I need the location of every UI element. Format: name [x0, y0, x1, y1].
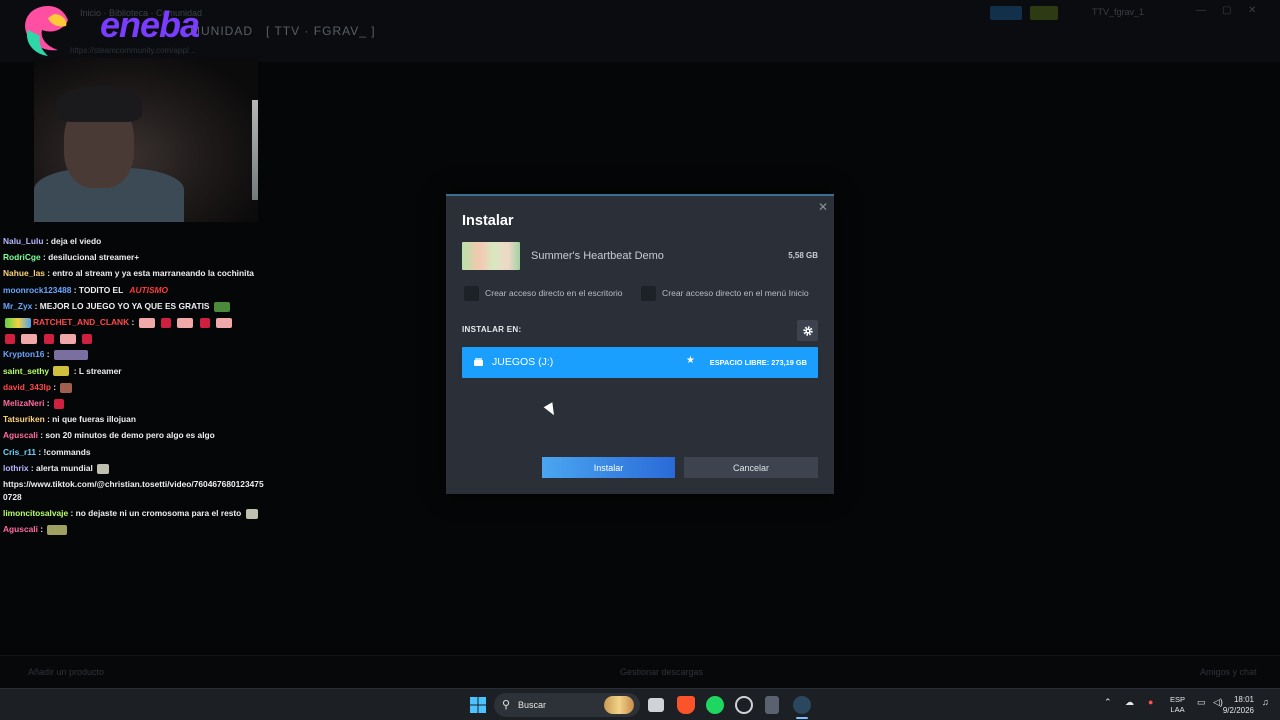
heart-emote-icon	[199, 317, 210, 328]
chat-message: moonrock123488 : TODITO EL AUTISMO	[3, 284, 169, 295]
badge-icon	[5, 317, 31, 328]
steam-announce-button[interactable]	[990, 6, 1022, 20]
game-name: Summer's Heartbeat Demo	[531, 250, 664, 262]
stream-chat: Nalu_Lulu : deja el viedo RodriCge : des…	[3, 233, 265, 537]
drive-select[interactable]: JUEGOS (J:) ★ ESPACIO LIBRE: 273,19 GB	[462, 347, 818, 378]
pig-emote-icon	[21, 334, 38, 344]
dialog-title: Instalar	[462, 213, 514, 229]
pig-emote-icon	[138, 317, 155, 328]
chat-message: Mr_Zyx : MEJOR LO JUEGO YO YA QUE ES GRA…	[3, 298, 265, 314]
calculator-icon[interactable]	[765, 696, 779, 714]
chat-message: Aguscali : son 20 minutos de demo pero a…	[3, 430, 215, 441]
background-light	[252, 100, 258, 200]
install-button[interactable]: Instalar	[542, 457, 675, 478]
add-product-link[interactable]: Añadir un producto	[28, 667, 104, 677]
pig-emote-icon	[177, 317, 194, 328]
drive-label: JUEGOS (J:)	[492, 356, 554, 368]
spotify-icon[interactable]	[706, 696, 724, 714]
pig-emote-icon	[215, 317, 232, 328]
network-icon[interactable]: ▭	[1197, 697, 1206, 708]
steam-notifications-button[interactable]	[1030, 6, 1058, 20]
eneba-logo: eneba	[18, 0, 218, 60]
notification-bell-icon[interactable]: ♫	[1262, 697, 1269, 707]
search-highlight-image	[604, 696, 634, 714]
desktop-shortcut-label[interactable]: Crear acceso directo en el escritorio	[485, 288, 623, 298]
webcam-feed	[34, 58, 258, 222]
chat-message: Aguscali :	[3, 521, 265, 537]
app-icon[interactable]	[735, 696, 753, 714]
brave-browser-icon[interactable]	[677, 696, 695, 714]
chat-message: Cris_r11 : !commands	[3, 446, 91, 457]
chat-message: david_343lp :	[3, 379, 265, 395]
volume-icon[interactable]: ◁)	[1213, 697, 1223, 708]
emote-icon	[53, 366, 70, 377]
desktop: Inicio · Biblioteca · Comunidad MUNIDAD …	[0, 0, 1280, 720]
active-app-indicator	[796, 717, 808, 719]
chevron-up-icon[interactable]: ⌃	[1104, 697, 1112, 708]
eneba-logo-mark-icon	[25, 6, 68, 56]
star-icon: ★	[686, 355, 695, 366]
start-menu-shortcut-checkbox[interactable]	[641, 286, 656, 301]
free-space-label: ESPACIO LIBRE: 273,19 GB	[709, 358, 807, 367]
start-menu-shortcut-label[interactable]: Crear acceso directo en el menú Inicio	[662, 288, 809, 298]
emote-icon	[60, 382, 73, 393]
storage-settings-button[interactable]	[797, 320, 818, 341]
chat-link-message[interactable]: https://www.tiktok.com/@christian.tosett…	[3, 476, 265, 505]
maximize-icon[interactable]: ▢	[1222, 5, 1231, 16]
task-view-icon[interactable]	[648, 698, 664, 712]
gear-icon	[802, 325, 813, 336]
search-icon: ⚲	[502, 699, 511, 711]
taskbar: ⚲ Buscar ⌃ ☁ ● ESP LAA ▭ ◁) 18:01 9/2/202…	[0, 688, 1280, 720]
chat-message: lothrix : alerta mundial	[3, 460, 265, 476]
chat-message: Nahue_las : entro al stream y ya esta ma…	[3, 268, 254, 279]
game-thumbnail	[462, 242, 520, 270]
heart-emote-icon	[160, 317, 171, 328]
streamer-cap	[56, 86, 142, 122]
emote-icon	[245, 508, 258, 519]
heart-emote-icon	[5, 334, 15, 344]
clock[interactable]: 18:01 9/2/2026	[1223, 694, 1254, 716]
chat-message: limoncitosalvaje : no dejaste ni un crom…	[3, 505, 265, 521]
search-label: Buscar	[518, 700, 547, 710]
chat-message-continuation	[3, 330, 265, 346]
chat-message: Nalu_Lulu : deja el viedo	[3, 236, 102, 246]
close-icon[interactable]: ✕	[818, 200, 828, 214]
taskbar-search[interactable]: ⚲ Buscar	[494, 693, 640, 717]
clock-time: 18:01	[1233, 695, 1254, 704]
manage-downloads-link[interactable]: Gestionar descargas	[620, 667, 703, 677]
heart-emote-icon	[82, 334, 93, 344]
clock-date: 9/2/2026	[1222, 706, 1254, 715]
chat-message: Krypton16 :	[3, 346, 265, 362]
eneba-logo-text: eneba	[100, 4, 200, 45]
game-size: 5,58 GB	[788, 251, 818, 260]
emote-icon	[213, 301, 230, 312]
cancel-button[interactable]: Cancelar	[684, 457, 818, 478]
chat-message: Tatsuriken : ni que fueras illojuan	[3, 414, 136, 425]
close-window-icon[interactable]: ✕	[1248, 5, 1256, 16]
emote-icon	[53, 350, 88, 361]
chat-message: MelizaNeri :	[3, 395, 265, 411]
chat-message: RodriCge : desilucional streamer+	[3, 252, 140, 263]
language-indicator[interactable]: ESP LAA	[1170, 695, 1185, 715]
steam-icon[interactable]	[793, 696, 811, 714]
desktop-shortcut-checkbox[interactable]	[464, 286, 479, 301]
heart-emote-icon	[43, 334, 54, 344]
steam-user-menu[interactable]: TTV_fgrav_1	[1092, 7, 1144, 17]
chat-message: saint_sethy : L streamer	[3, 365, 122, 377]
emote-icon	[47, 525, 68, 536]
install-location-label: INSTALAR EN:	[462, 325, 522, 334]
heart-emote-icon	[53, 398, 64, 409]
onedrive-icon[interactable]: ☁	[1125, 697, 1134, 708]
drive-icon	[474, 358, 483, 366]
chat-message: RATCHET_AND_CLANK :	[3, 314, 265, 330]
chat-autism-text: AUTISMO	[129, 284, 169, 295]
friends-chat-link[interactable]: Amigos y chat	[1200, 667, 1257, 677]
emote-icon	[97, 463, 110, 474]
microphone-icon[interactable]: ●	[1148, 697, 1153, 707]
pig-emote-icon	[59, 334, 76, 344]
minimize-icon[interactable]: —	[1196, 5, 1206, 16]
install-dialog: ✕ Instalar Summer's Heartbeat Demo 5,58 …	[446, 194, 834, 494]
windows-start-icon[interactable]	[469, 696, 487, 714]
